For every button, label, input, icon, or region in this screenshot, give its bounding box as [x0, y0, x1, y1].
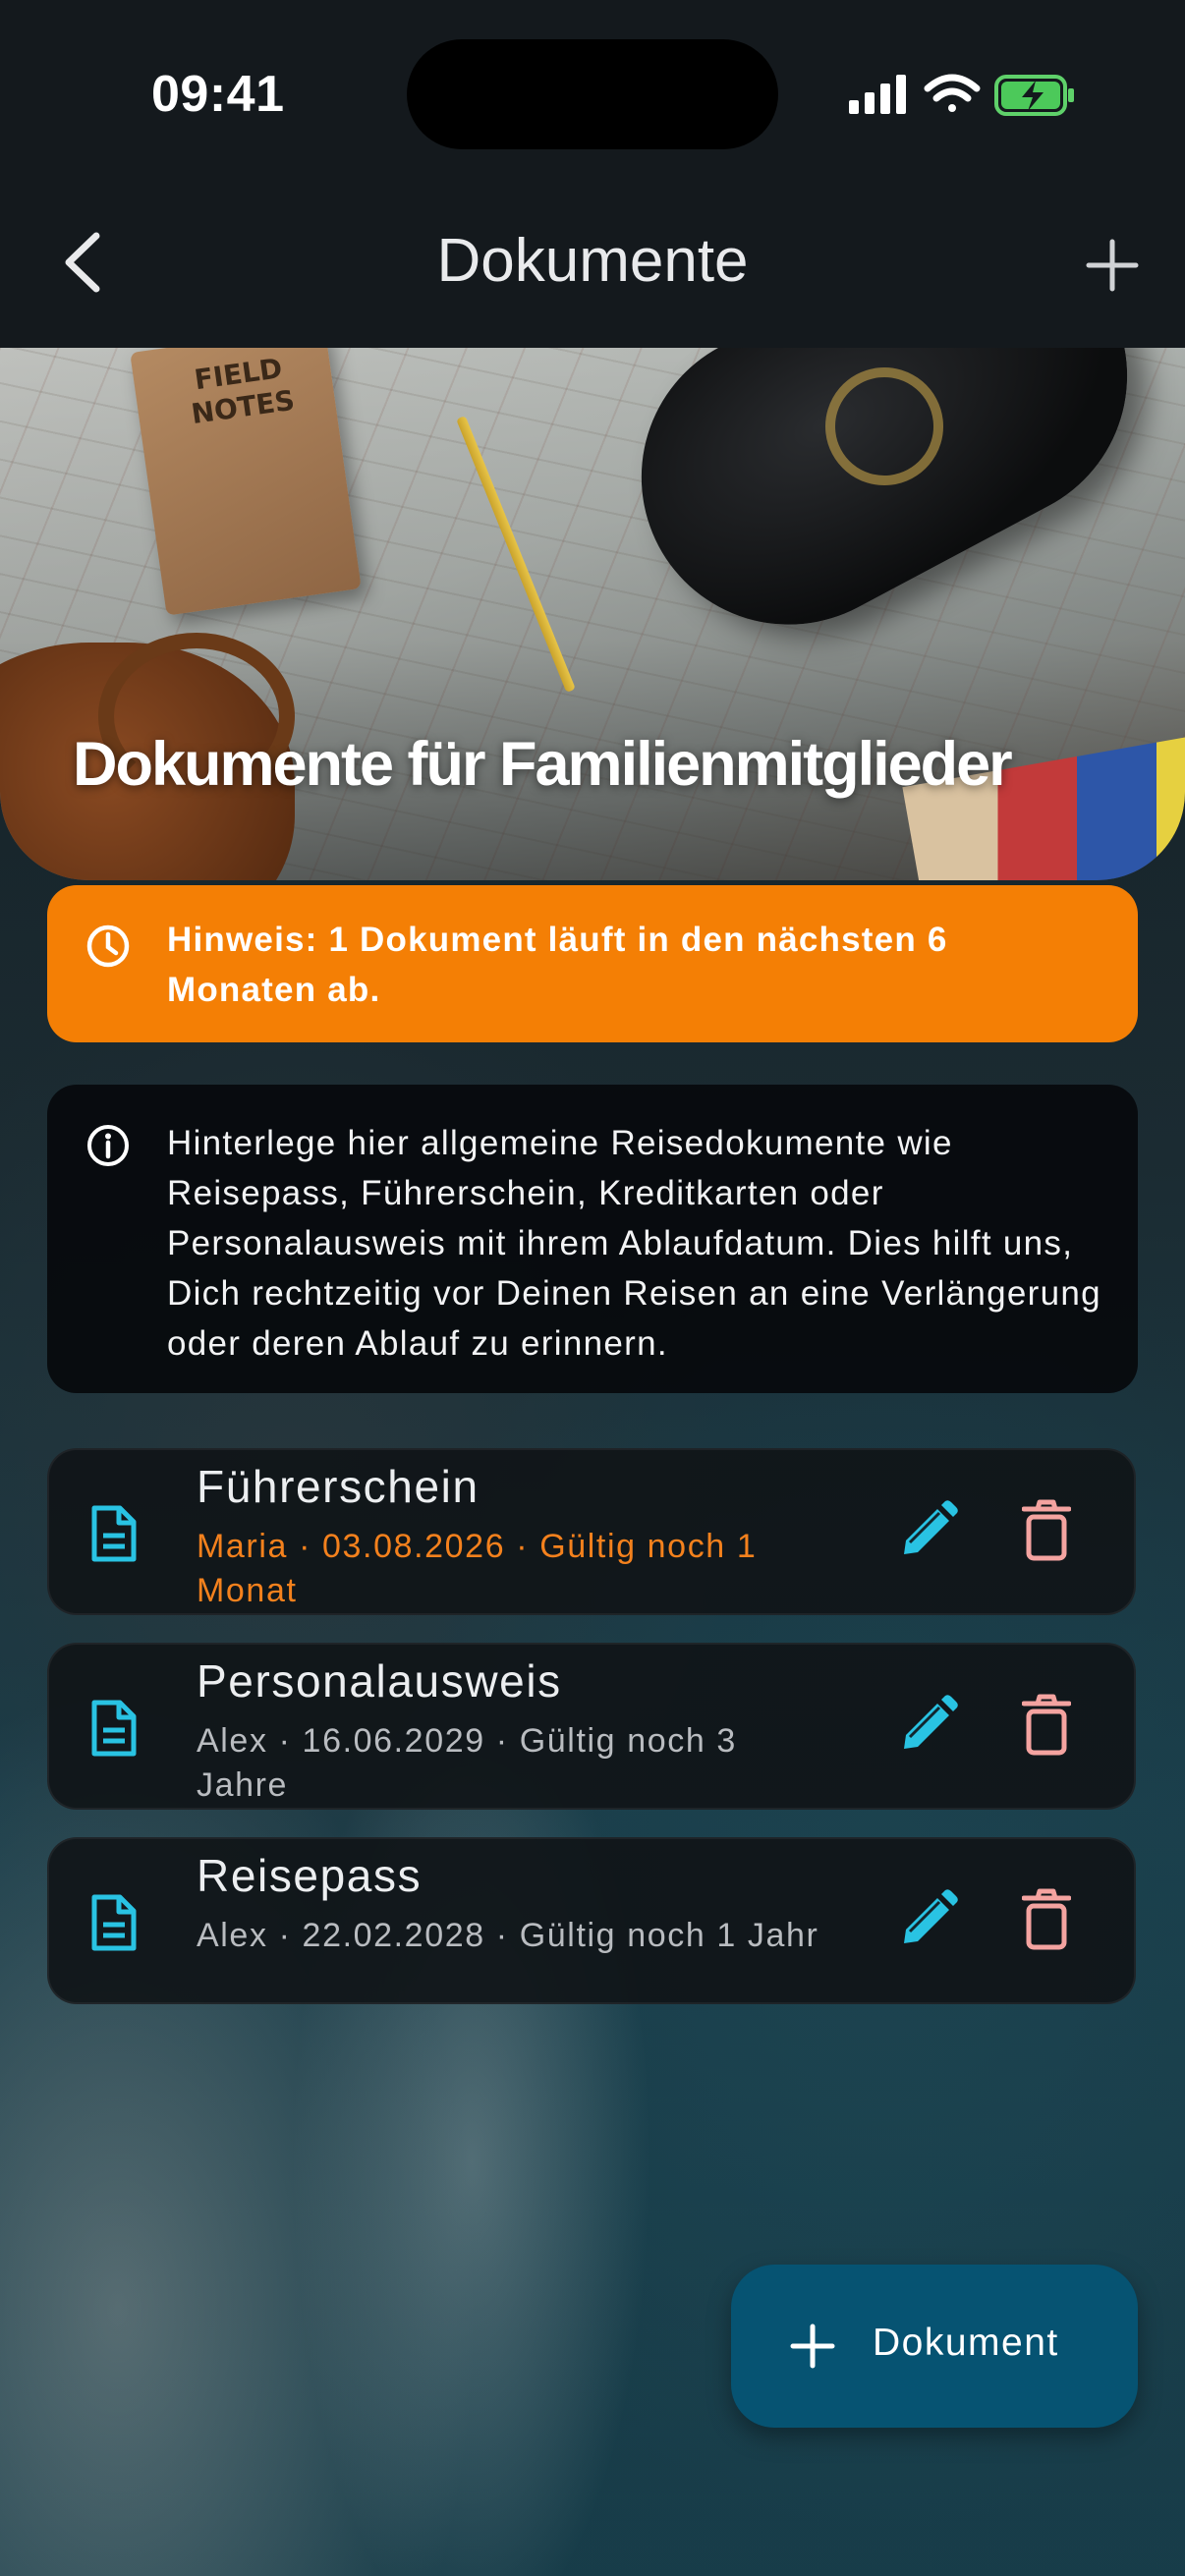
edit-pencil-icon[interactable]: [896, 1888, 959, 1951]
hero-title: Dokumente für Familienmitglieder: [73, 730, 1013, 799]
status-time: 09:41: [151, 66, 285, 123]
info-text: Hinterlege hier allgemeine Reisedokument…: [167, 1124, 1101, 1363]
signal-icon: [849, 75, 906, 114]
add-icon[interactable]: [1085, 238, 1140, 293]
add-document-label: Dokument: [873, 2322, 1059, 2364]
dynamic-island: [407, 39, 778, 149]
document-name: Führerschein: [197, 1461, 480, 1512]
document-card-fuehrerschein[interactable]: Führerschein Maria · 03.08.2026 · Gültig…: [47, 1448, 1136, 1615]
document-icon: [91, 1505, 137, 1562]
hero-image: FIELD NOTES: [0, 348, 1185, 880]
add-document-button[interactable]: Dokument: [731, 2265, 1138, 2428]
edit-pencil-icon[interactable]: [896, 1694, 959, 1757]
document-icon: [91, 1700, 137, 1757]
edit-pencil-icon[interactable]: [896, 1499, 959, 1562]
info-icon: [87, 1125, 129, 1166]
page-title: Dokumente: [436, 227, 749, 295]
expiry-warning-banner: Hinweis: 1 Dokument läuft in den nächste…: [47, 885, 1138, 1042]
plus-icon: [790, 2324, 835, 2369]
hero-pencil: [456, 416, 576, 693]
document-meta: Alex · 22.02.2028 · Gültig noch 1 Jahr: [197, 1917, 819, 1954]
document-name: Personalausweis: [197, 1655, 562, 1707]
delete-trash-icon[interactable]: [1022, 1499, 1071, 1562]
document-meta: Alex · 16.06.2029 · Gültig noch 3 Jahre: [197, 1722, 737, 1804]
document-meta: Maria · 03.08.2026 · Gültig noch 1 Monat: [197, 1528, 758, 1609]
delete-trash-icon[interactable]: [1022, 1888, 1071, 1951]
info-banner: Hinterlege hier allgemeine Reisedokument…: [47, 1085, 1138, 1393]
document-icon: [91, 1894, 137, 1951]
delete-trash-icon[interactable]: [1022, 1694, 1071, 1757]
top-bar: 09:41 Dokumente: [0, 0, 1185, 348]
status-icons: [849, 74, 1074, 116]
battery-charging-icon: [994, 75, 1074, 116]
document-card-personalausweis[interactable]: Personalausweis Alex · 16.06.2029 · Gült…: [47, 1643, 1136, 1810]
warning-text: Hinweis: 1 Dokument läuft in den nächste…: [167, 921, 948, 1009]
clock-icon: [86, 924, 130, 968]
document-card-reisepass[interactable]: Reisepass Alex · 22.02.2028 · Gültig noc…: [47, 1837, 1136, 2004]
document-name: Reisepass: [197, 1850, 423, 1901]
wifi-icon: [924, 74, 981, 112]
